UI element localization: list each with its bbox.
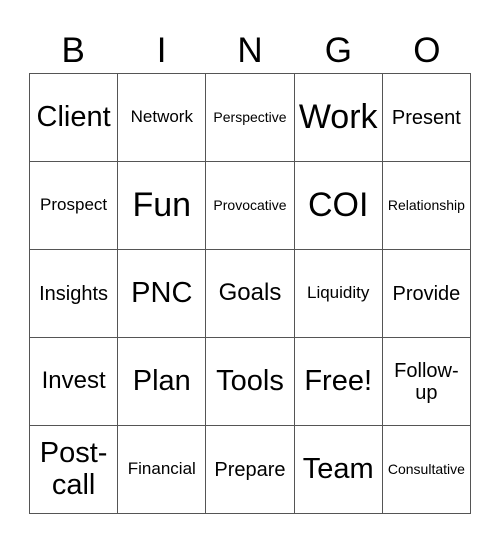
bingo-cell[interactable]: Client <box>30 74 119 162</box>
cell-text: Fun <box>132 185 192 224</box>
bingo-cell[interactable]: PNC <box>118 250 207 338</box>
bingo-card-grid: Client Network Perspective Work Present … <box>29 73 471 514</box>
cell-text: COI <box>307 185 369 224</box>
header-letter-o: O <box>413 31 441 70</box>
header-letter-b: B <box>61 31 85 70</box>
bingo-cell[interactable]: Team <box>294 426 383 514</box>
cell-text: Prepare <box>214 458 286 481</box>
cell-text: Plan <box>132 364 191 397</box>
bingo-cell[interactable]: Fun <box>118 162 207 250</box>
cell-text: Provocative <box>213 196 287 213</box>
cell-text: PNC <box>131 276 193 309</box>
cell-text: Provide <box>392 282 461 305</box>
cell-text: Follow-up <box>394 359 459 404</box>
cell-text: Perspective <box>213 108 287 125</box>
cell-text: Client <box>36 100 111 133</box>
bingo-cell[interactable]: Relationship <box>382 162 471 250</box>
cell-text: Insights <box>39 282 109 305</box>
bingo-cell[interactable]: Post-call <box>30 426 119 514</box>
bingo-cell[interactable]: Work <box>294 74 383 162</box>
cell-text: Network <box>130 107 193 127</box>
cell-text: Goals <box>218 279 282 307</box>
cell-text: Consultative <box>387 460 465 477</box>
bingo-cell[interactable]: Follow-up <box>382 338 471 426</box>
cell-text: Financial <box>127 459 196 479</box>
bingo-cell[interactable]: Free! <box>294 338 383 426</box>
bingo-cell[interactable]: COI <box>294 162 383 250</box>
bingo-cell[interactable]: Prepare <box>206 426 295 514</box>
cell-text: Work <box>298 97 378 136</box>
bingo-header: B I N G O <box>29 30 471 72</box>
cell-text: Invest <box>41 367 106 395</box>
bingo-cell[interactable]: Consultative <box>382 426 471 514</box>
cell-text: Relationship <box>387 196 465 213</box>
bingo-cell[interactable]: Liquidity <box>294 250 383 338</box>
bingo-cell[interactable]: Provide <box>382 250 471 338</box>
header-letter-g: G <box>324 31 353 70</box>
cell-text: Free! <box>304 364 373 397</box>
bingo-cell[interactable]: Financial <box>118 426 207 514</box>
bingo-cell[interactable]: Perspective <box>206 74 295 162</box>
bingo-cell[interactable]: Provocative <box>206 162 295 250</box>
cell-text: Post-call <box>39 436 108 501</box>
header-letter-i: I <box>156 31 167 70</box>
cell-text: Team <box>302 452 374 485</box>
bingo-cell[interactable]: Insights <box>30 250 119 338</box>
cell-text: Liquidity <box>307 283 370 303</box>
cell-text: Present <box>391 106 461 129</box>
bingo-cell[interactable]: Network <box>118 74 207 162</box>
bingo-cell[interactable]: Prospect <box>30 162 119 250</box>
bingo-cell[interactable]: Goals <box>206 250 295 338</box>
header-letter-n: N <box>237 31 263 70</box>
cell-text: Prospect <box>40 195 108 215</box>
bingo-cell[interactable]: Plan <box>118 338 207 426</box>
bingo-cell[interactable]: Invest <box>30 338 119 426</box>
cell-text: Tools <box>216 364 284 397</box>
bingo-cell[interactable]: Present <box>382 74 471 162</box>
bingo-cell[interactable]: Tools <box>206 338 295 426</box>
